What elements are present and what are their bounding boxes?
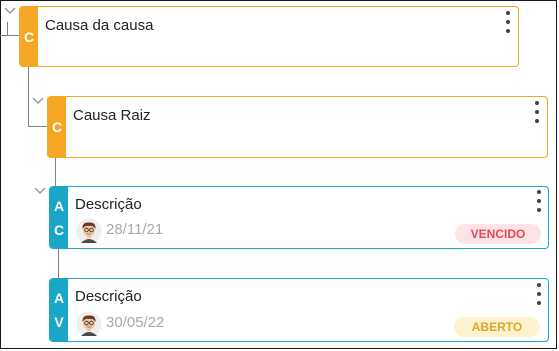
more-vertical-icon[interactable]	[503, 11, 513, 33]
user-avatar	[76, 311, 102, 337]
node-date: 28/11/21	[106, 221, 164, 238]
node-type-letter: C	[23, 28, 35, 45]
tree-node-card[interactable]: C Causa da causa	[19, 6, 519, 67]
chevron-down-icon[interactable]	[31, 96, 45, 106]
status-badge: ABERTO	[454, 317, 540, 337]
node-type-letter: A	[53, 197, 65, 214]
tree-node-card[interactable]: A V Descrição 30/05/22 ABERTO	[49, 278, 549, 342]
tree-connector	[55, 157, 56, 187]
tree-connector	[0, 35, 20, 36]
tree-node-card[interactable]: A C Descrição 28/11/21 VENCIDO	[49, 186, 549, 249]
node-title: Causa da causa	[45, 17, 154, 34]
tree-connector	[28, 126, 48, 127]
tree-connector	[58, 248, 59, 278]
more-vertical-icon[interactable]	[534, 283, 544, 305]
user-avatar	[76, 218, 102, 244]
node-type-strip: C	[48, 97, 66, 157]
chevron-down-icon[interactable]	[33, 186, 47, 196]
node-title: Causa Raiz	[73, 107, 151, 124]
tree-connector	[7, 22, 8, 36]
node-title: Descrição	[75, 196, 142, 213]
node-type-strip: A V	[50, 279, 68, 341]
more-vertical-icon[interactable]	[534, 190, 544, 212]
node-type-strip: A C	[50, 187, 68, 248]
node-type-strip: C	[20, 7, 38, 66]
status-badge: VENCIDO	[455, 224, 541, 244]
tree-node-card[interactable]: C Causa Raiz	[47, 96, 548, 158]
more-vertical-icon[interactable]	[532, 101, 542, 123]
node-date: 30/05/22	[106, 314, 165, 331]
node-type-letter: A	[53, 290, 65, 306]
node-title: Descrição	[75, 288, 142, 305]
node-type-letter: C	[53, 221, 65, 238]
chevron-down-icon[interactable]	[3, 6, 17, 16]
node-type-letter: C	[51, 119, 63, 135]
tree-connector	[28, 66, 29, 126]
node-type-letter: V	[54, 314, 64, 330]
